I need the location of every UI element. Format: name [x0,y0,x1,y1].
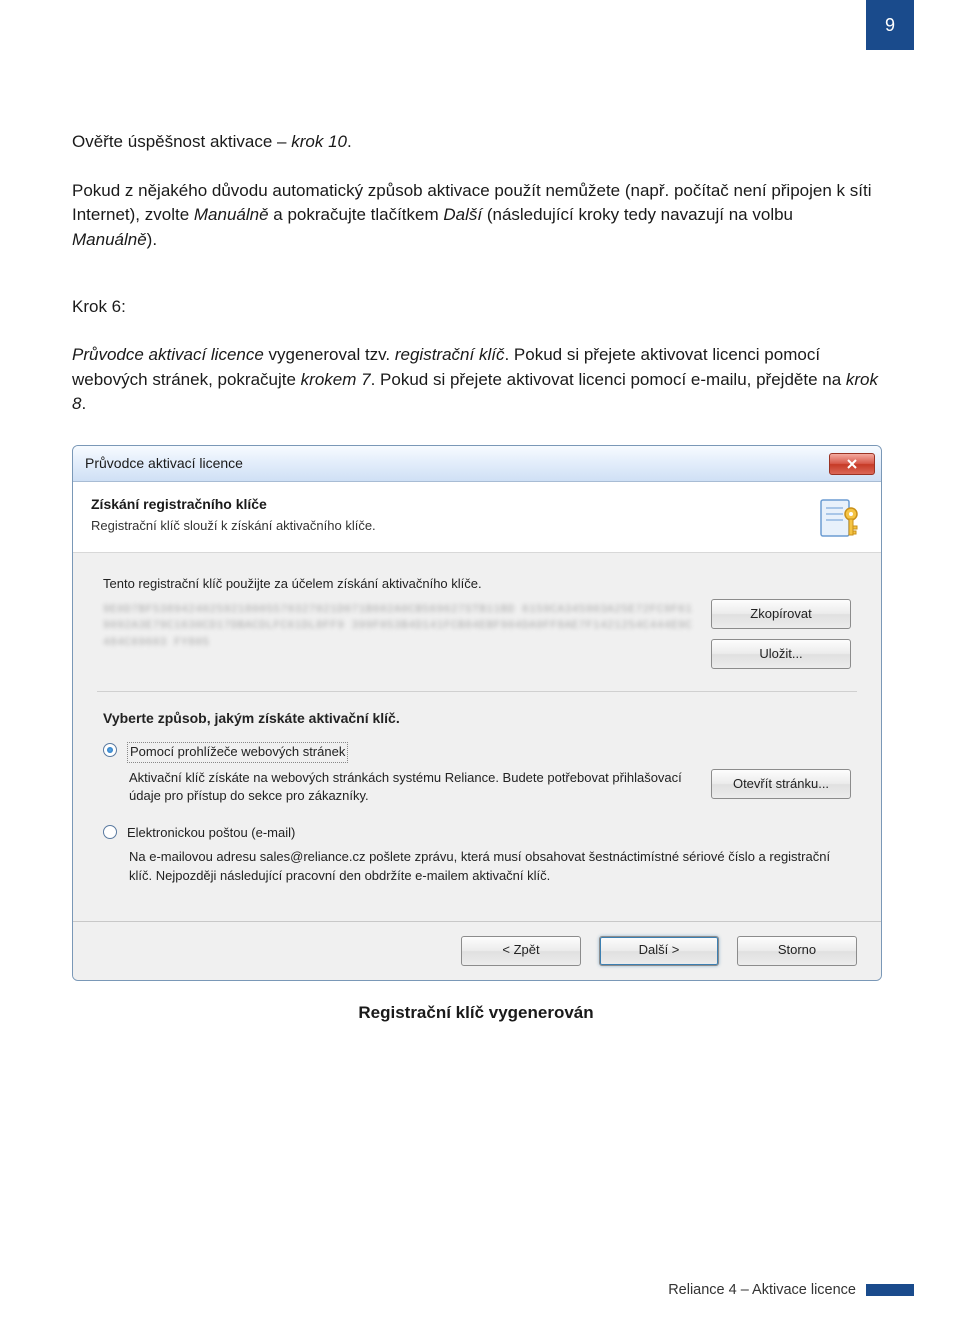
radio-label: Elektronickou poštou (e-mail) [127,824,295,843]
dialog-title: Průvodce aktivací licence [85,453,243,473]
titlebar[interactable]: Průvodce aktivací licence [73,446,881,482]
radio-option-email[interactable]: Elektronickou poštou (e-mail) [103,824,851,843]
back-button[interactable]: < Zpět [461,936,581,966]
radio-label: Pomocí prohlížeče webových stránek [127,742,348,763]
page-number: 9 [866,0,914,50]
wizard-button-bar: < Zpět Další > Storno [73,921,881,980]
paragraph-1: Ověřte úspěšnost aktivace – krok 10. [72,130,880,155]
footer-text: Reliance 4 – Aktivace licence [668,1282,856,1298]
registration-key: 9E0D7BF53894240259218005570327021D071B60… [103,602,697,652]
radio-icon [103,743,117,757]
save-button[interactable]: Uložit... [711,639,851,669]
paragraph-2: Pokud z nějakého důvodu automatický způs… [72,179,880,253]
radio-option-web[interactable]: Pomocí prohlížeče webových stránek [103,742,851,763]
dialog-header: Získání registračního klíče Registrační … [73,482,881,553]
close-icon [846,458,858,470]
paragraph-3: Průvodce aktivací licence vygeneroval tz… [72,343,880,417]
header-title: Získání registračního klíče [91,494,805,514]
close-button[interactable] [829,453,875,475]
open-page-button[interactable]: Otevřít stránku... [711,769,851,799]
document-body: Ověřte úspěšnost aktivace – krok 10. Pok… [0,0,960,1026]
footer-bar-icon [866,1284,914,1296]
page-footer: Reliance 4 – Aktivace licence [668,1282,914,1298]
cancel-button[interactable]: Storno [737,936,857,966]
copy-button[interactable]: Zkopírovat [711,599,851,629]
option-email-desc: Na e-mailovou adresu sales@reliance.cz p… [129,848,851,884]
header-subtitle: Registrační klíč slouží k získání aktiva… [91,517,805,536]
dialog-screenshot: Průvodce aktivací licence Získání regist… [72,445,882,981]
divider [97,691,857,692]
section-title: Vyberte způsob, jakým získáte aktivační … [103,708,851,728]
figure-caption: Registrační klíč vygenerován [72,1001,880,1026]
key-hint: Tento registrační klíč použijte za účele… [103,575,697,594]
next-button[interactable]: Další > [599,936,719,966]
radio-icon [103,825,117,839]
document-key-icon [817,494,865,542]
option-web-desc: Aktivační klíč získáte na webových strán… [129,769,697,805]
step-heading: Krok 6: [72,295,880,320]
